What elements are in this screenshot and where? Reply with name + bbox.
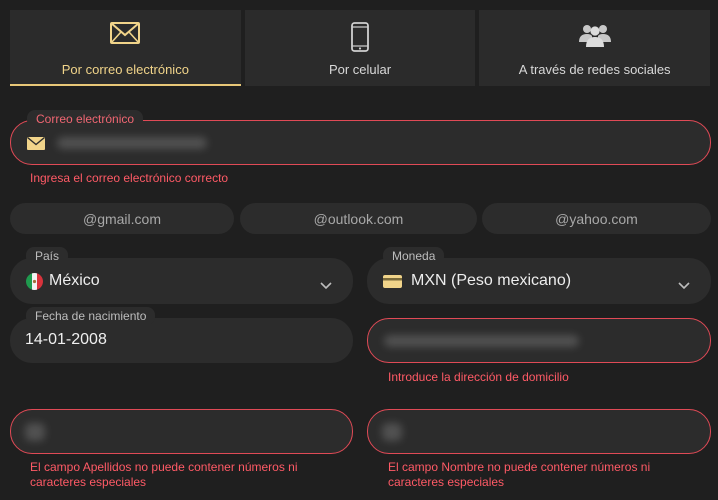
- domain-chip-outlook[interactable]: @outlook.com: [240, 203, 477, 234]
- address-input-redacted: [384, 335, 579, 347]
- address-field[interactable]: [367, 318, 711, 363]
- currency-field-label: Moneda: [383, 247, 445, 265]
- birthdate-field-label: Fecha de nacimiento: [26, 307, 156, 325]
- email-field-label: Correo electrónico: [27, 110, 144, 128]
- tab-email-label: Por correo electrónico: [61, 62, 189, 77]
- firstname-input-redacted: [382, 423, 402, 441]
- address-error-message: Introduce la dirección de domicilio: [388, 370, 569, 384]
- tab-social-label: A través de redes sociales: [518, 62, 671, 77]
- registration-method-tabs: Por correo electrónico Por celular A tra…: [10, 10, 711, 86]
- email-input-redacted: [57, 137, 207, 149]
- email-error-message: Ingresa el correo electrónico correcto: [30, 171, 229, 185]
- tab-social[interactable]: A través de redes sociales: [479, 10, 711, 86]
- tab-email[interactable]: Por correo electrónico: [10, 10, 241, 86]
- birthdate-value: 14-01-2008: [25, 331, 107, 348]
- domain-chip-gmail[interactable]: @gmail.com: [10, 203, 234, 234]
- lastname-input-redacted: [25, 423, 45, 441]
- email-field[interactable]: Correo electrónico: [10, 110, 711, 165]
- lastname-field[interactable]: [10, 409, 353, 454]
- country-select[interactable]: País México: [10, 247, 353, 304]
- users-group-icon: [578, 22, 612, 53]
- envelope-icon: [110, 22, 141, 49]
- birthdate-field[interactable]: Fecha de nacimiento 14-01-2008: [10, 307, 353, 363]
- chevron-down-icon: [320, 277, 332, 295]
- card-icon: [383, 275, 402, 293]
- country-field-label: País: [26, 247, 69, 265]
- tab-phone[interactable]: Por celular: [244, 10, 476, 86]
- chevron-down-icon: [678, 277, 690, 295]
- lastname-error-message: El campo Apellidos no puede contener núm…: [30, 460, 298, 489]
- mexico-flag-icon: [26, 273, 43, 295]
- firstname-field[interactable]: [367, 409, 711, 454]
- firstname-error-message: El campo Nombre no puede contener número…: [388, 460, 651, 489]
- currency-value: MXN (Peso mexicano): [411, 272, 572, 289]
- currency-select[interactable]: Moneda MXN (Peso mexicano): [367, 247, 711, 304]
- envelope-icon: [27, 136, 45, 155]
- country-value: México: [49, 272, 100, 289]
- tab-phone-label: Por celular: [328, 62, 392, 77]
- smartphone-icon: [350, 22, 370, 57]
- domain-chip-yahoo[interactable]: @yahoo.com: [482, 203, 711, 234]
